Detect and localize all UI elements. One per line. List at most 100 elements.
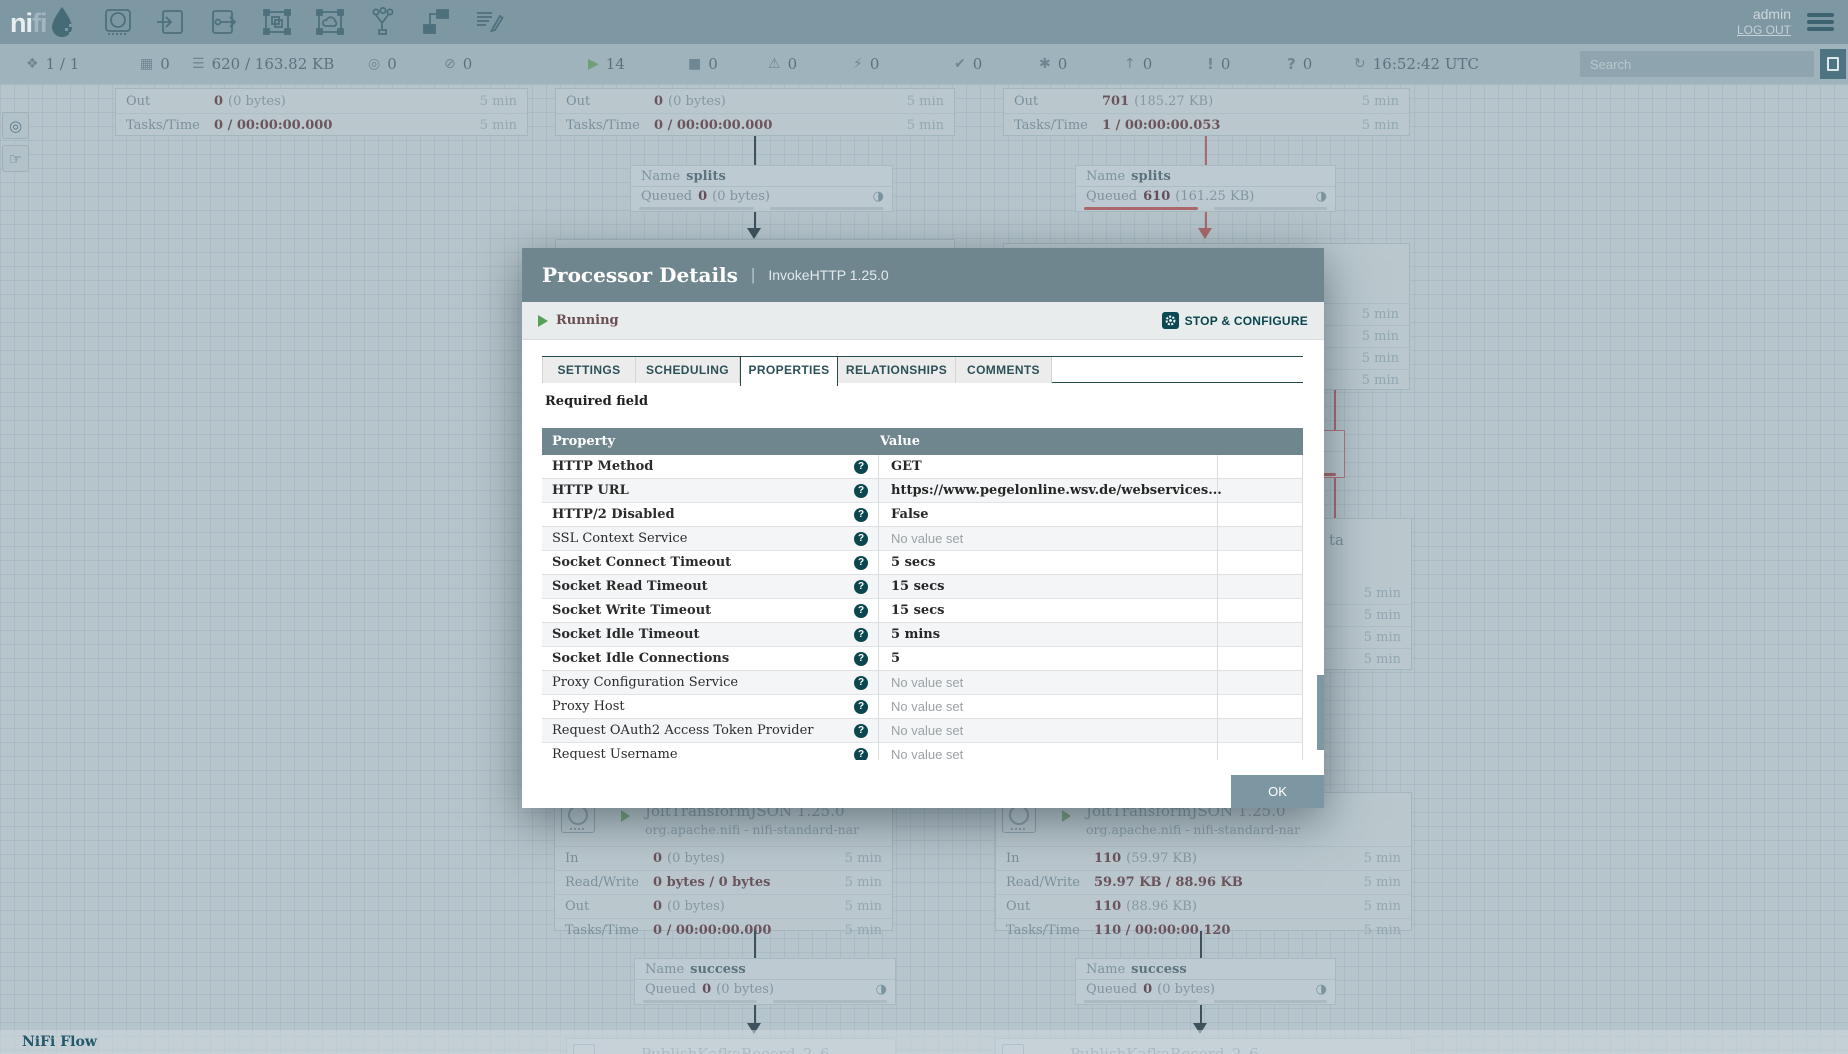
processor-bundle: org.apache.nifi - nifi-standard-nar bbox=[645, 822, 859, 837]
tab-comments[interactable]: COMMENTS bbox=[956, 357, 1052, 383]
tab-scheduling[interactable]: SCHEDULING bbox=[636, 357, 740, 383]
header-right: admin LOG OUT bbox=[1737, 6, 1834, 38]
connection-label-success[interactable]: Namesuccess Queued0(0 bytes)◑ bbox=[1075, 958, 1336, 1005]
processor-jolt-right[interactable]: JoltTransformJSON 1.25.0 org.apache.nifi… bbox=[995, 792, 1412, 931]
help-icon[interactable]: ? bbox=[854, 460, 868, 474]
help-icon[interactable]: ? bbox=[854, 532, 868, 546]
connection-line[interactable] bbox=[1200, 1005, 1202, 1023]
search-input[interactable] bbox=[1580, 51, 1814, 77]
dialog-title: Processor Details bbox=[542, 263, 738, 287]
connection-line[interactable] bbox=[1205, 136, 1207, 165]
queued-icon: ☰ bbox=[192, 56, 205, 72]
gear-icon bbox=[1162, 312, 1179, 329]
help-icon[interactable]: ? bbox=[854, 484, 868, 498]
template-icon[interactable] bbox=[421, 7, 451, 37]
locally-modified-stale-icon: ! bbox=[1207, 55, 1214, 73]
connection-line[interactable] bbox=[1334, 390, 1336, 430]
disabled-icon: ⚡ bbox=[853, 56, 863, 72]
up-to-date-status: ✔0 bbox=[954, 44, 982, 84]
connection-label-splits[interactable]: Namesplits Queued610(161.25 KB)◑ bbox=[1075, 165, 1336, 212]
connection-line[interactable] bbox=[1334, 478, 1336, 518]
output-port-icon[interactable] bbox=[209, 7, 239, 37]
processor-icon[interactable] bbox=[103, 7, 133, 37]
processor-stats-box[interactable]: Out701(185.27 KB)5 min Tasks/Time1 / 00:… bbox=[1003, 88, 1410, 136]
help-icon[interactable]: ? bbox=[854, 556, 868, 570]
connection-label-splits[interactable]: Namesplits Queued0(0 bytes)◑ bbox=[630, 165, 893, 212]
breadcrumb-bar bbox=[0, 1030, 1848, 1054]
ok-button[interactable]: OK bbox=[1231, 775, 1324, 808]
document-icon bbox=[1827, 57, 1839, 71]
global-menu-icon[interactable] bbox=[1807, 13, 1834, 31]
processor-bundle: org.apache.nifi - nifi-standard-nar bbox=[1086, 822, 1300, 837]
stat-row: Tasks/Time0 / 00:00:00.0005 min bbox=[555, 918, 892, 942]
property-row: Request Username?No value set bbox=[542, 743, 1303, 760]
refresh-icon[interactable]: ↻ bbox=[1354, 56, 1366, 72]
processor-type-fragment: ta bbox=[1329, 531, 1344, 549]
help-icon[interactable]: ? bbox=[854, 676, 868, 690]
table-scrollbar[interactable] bbox=[1317, 675, 1324, 750]
nifi-logo: nifi bbox=[10, 6, 75, 38]
breadcrumb[interactable]: NiFi Flow bbox=[22, 1034, 97, 1050]
disabled-status: ⚡0 bbox=[853, 44, 879, 84]
dialog-subtitle: InvokeHTTP 1.25.0 bbox=[768, 267, 888, 283]
help-icon[interactable]: ? bbox=[854, 628, 868, 642]
connection-line[interactable] bbox=[754, 931, 756, 958]
input-port-icon[interactable] bbox=[156, 7, 186, 37]
help-icon[interactable]: ? bbox=[854, 652, 868, 666]
last-refresh-time: 16:52:42 UTC bbox=[1373, 55, 1479, 73]
component-toolbar bbox=[103, 7, 504, 37]
tab-properties[interactable]: PROPERTIES bbox=[740, 357, 838, 386]
connection-line[interactable] bbox=[754, 212, 756, 228]
connection-arrowhead bbox=[1198, 228, 1212, 239]
processor-jolt-left[interactable]: JoltTransformJSON 1.25.0 org.apache.nifi… bbox=[554, 792, 893, 931]
stat-row: Tasks/Time1 / 00:00:00.0535 min bbox=[1004, 113, 1409, 137]
property-row: HTTP Method?GET bbox=[542, 455, 1303, 479]
processor-stats-box[interactable]: Out0(0 bytes)5 min Tasks/Time0 / 00:00:0… bbox=[555, 88, 955, 136]
running-state-label: Running bbox=[556, 313, 619, 328]
navigate-palette-button[interactable]: ◎ bbox=[2, 112, 29, 139]
process-group-icon[interactable] bbox=[262, 7, 292, 37]
connection-line[interactable] bbox=[1205, 212, 1207, 228]
column-property: Property bbox=[542, 434, 868, 449]
property-row: Proxy Host?No value set bbox=[542, 695, 1303, 719]
help-icon[interactable]: ? bbox=[854, 508, 868, 522]
dialog-status-row: Running STOP & CONFIGURE bbox=[522, 302, 1324, 340]
connection-line[interactable] bbox=[754, 136, 756, 165]
label-icon[interactable] bbox=[474, 7, 504, 37]
stopped-icon: ■ bbox=[688, 56, 701, 72]
property-row: Proxy Configuration Service?No value set bbox=[542, 671, 1303, 695]
stop-and-configure-button[interactable]: STOP & CONFIGURE bbox=[1162, 312, 1308, 329]
stale-status: ↑0 bbox=[1124, 44, 1152, 84]
stat-row: In110(59.97 KB)5 min bbox=[996, 846, 1411, 870]
nifi-app: nifi bbox=[0, 0, 1848, 1054]
invalid-icon: ⚠ bbox=[768, 56, 781, 72]
funnel-icon[interactable] bbox=[368, 7, 398, 37]
queued-status: ☰620 / 163.82 KB bbox=[192, 44, 334, 84]
hand-icon: ☞ bbox=[9, 150, 22, 168]
connection-line[interactable] bbox=[754, 1005, 756, 1023]
processor-details-dialog: Processor Details | InvokeHTTP 1.25.0 Ru… bbox=[522, 248, 1324, 808]
help-icon[interactable]: ? bbox=[854, 748, 868, 761]
connection-line[interactable] bbox=[1200, 931, 1202, 958]
stat-row: Out0(0 bytes)5 min bbox=[116, 89, 527, 113]
logo-text-ni: ni bbox=[10, 8, 32, 38]
tab-settings[interactable]: SETTINGS bbox=[542, 357, 636, 383]
load-balance-icon: ◑ bbox=[876, 980, 887, 1000]
logout-link[interactable]: LOG OUT bbox=[1737, 22, 1791, 38]
stopped-status: ■0 bbox=[688, 44, 718, 84]
cluster-status: ❖1 / 1 bbox=[26, 44, 79, 84]
tab-relationships[interactable]: RELATIONSHIPS bbox=[838, 357, 956, 383]
remote-process-group-icon[interactable] bbox=[315, 7, 345, 37]
help-icon[interactable]: ? bbox=[854, 700, 868, 714]
help-icon[interactable]: ? bbox=[854, 604, 868, 618]
locate-icon: ◎ bbox=[9, 117, 22, 135]
operate-palette-button[interactable]: ☞ bbox=[2, 145, 29, 172]
last-refresh: ↻ 16:52:42 UTC bbox=[1354, 44, 1479, 84]
bulletin-board-button[interactable] bbox=[1820, 49, 1846, 79]
locally-modified-status: ✱0 bbox=[1039, 44, 1067, 84]
help-icon[interactable]: ? bbox=[854, 724, 868, 738]
processor-stats-box[interactable]: Out0(0 bytes)5 min Tasks/Time0 / 00:00:0… bbox=[115, 88, 528, 136]
help-icon[interactable]: ? bbox=[854, 580, 868, 594]
connection-label-success[interactable]: Namesuccess Queued0(0 bytes)◑ bbox=[634, 958, 896, 1005]
running-icon: ▶ bbox=[588, 56, 599, 72]
